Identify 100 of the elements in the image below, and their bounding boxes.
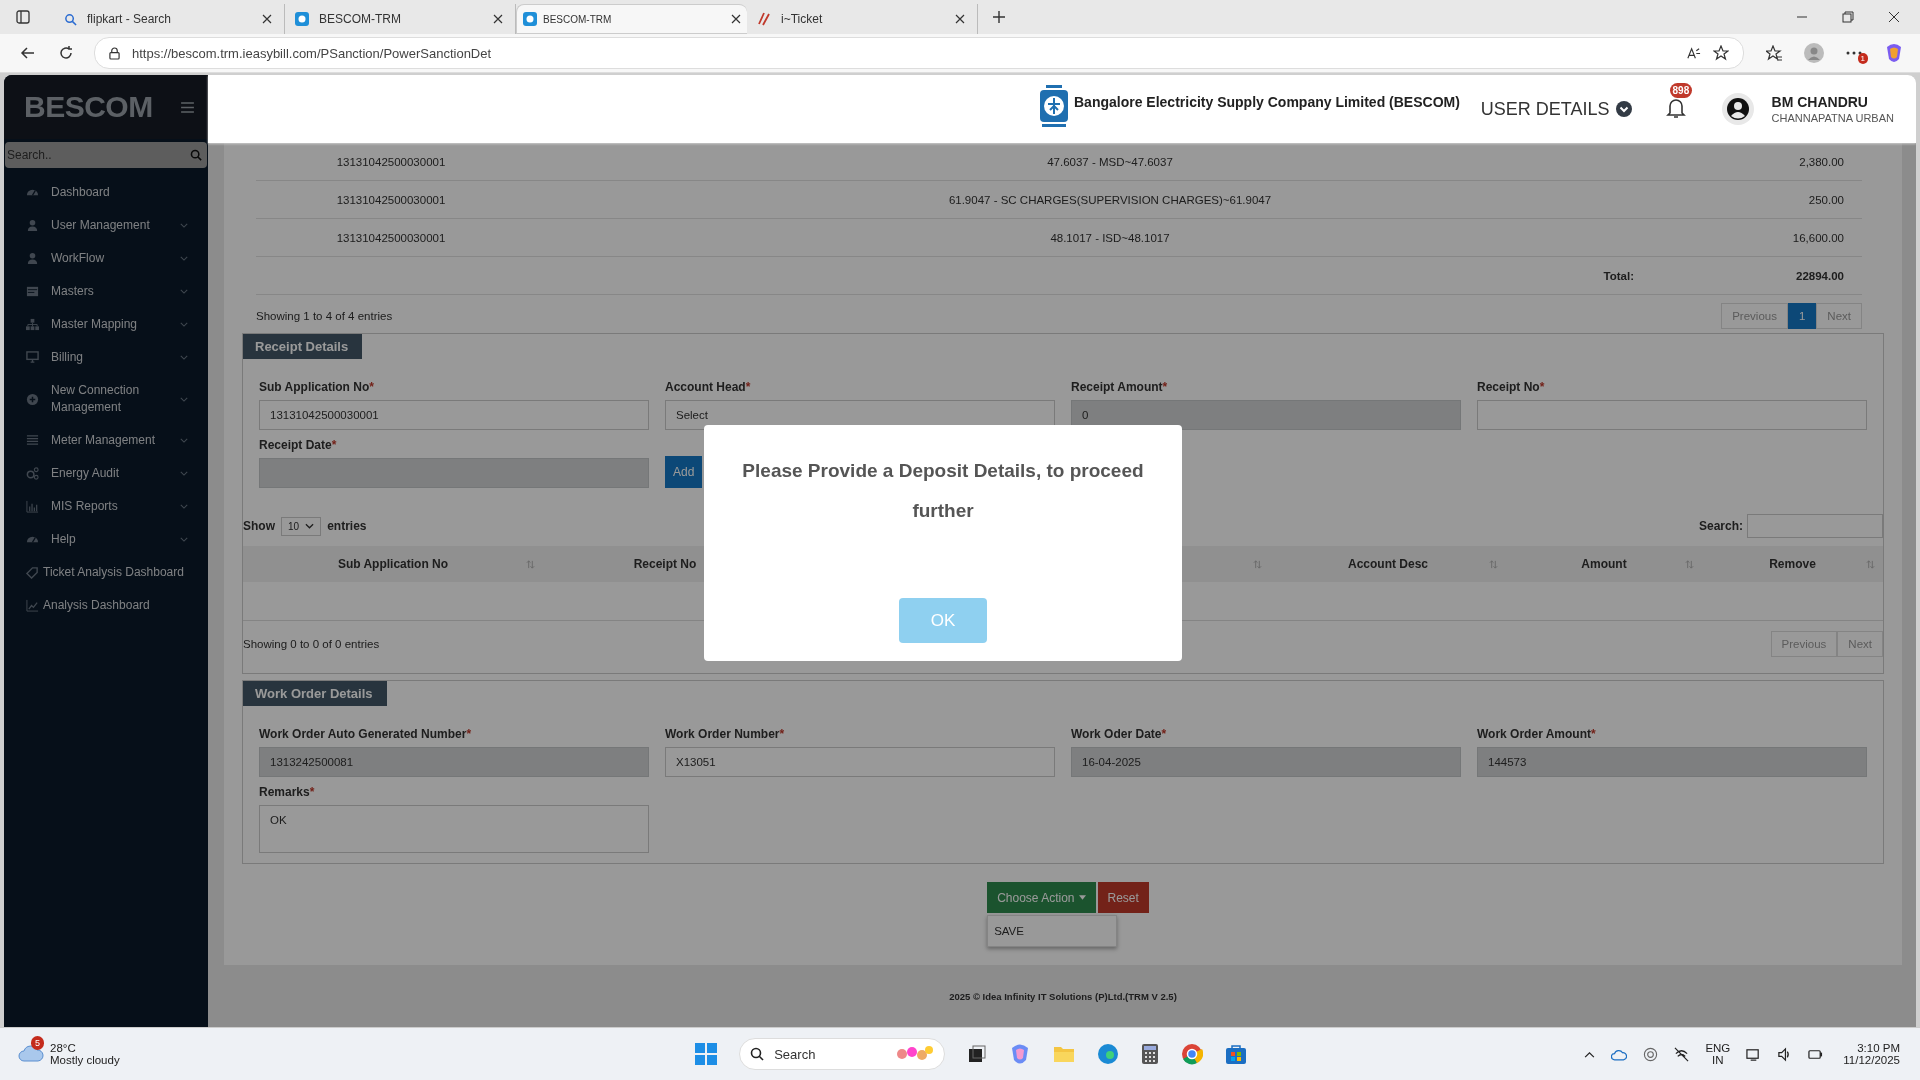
lock-icon bbox=[109, 46, 120, 60]
table-cell-text: 2,380.00 bbox=[1798, 155, 1845, 168]
sidebar-item[interactable]: Master Mapping bbox=[4, 308, 208, 341]
target-icon[interactable] bbox=[1643, 1046, 1659, 1062]
page-size-select[interactable]: 10 bbox=[281, 516, 322, 536]
notification-badge: 898 bbox=[1669, 82, 1693, 98]
task-view-icon[interactable] bbox=[967, 1044, 988, 1064]
input-field[interactable]: X13051 bbox=[665, 747, 1055, 777]
address-field[interactable]: https://bescom.trm.ieasybill.com/PSanction/PowerSanctionDet bbox=[94, 37, 1744, 69]
bell-icon[interactable] bbox=[1665, 96, 1686, 119]
chevron-icon bbox=[180, 256, 188, 261]
input-field[interactable]: 13131042500030001 bbox=[259, 400, 649, 430]
user-icon bbox=[26, 252, 39, 265]
profile-icon[interactable] bbox=[1804, 43, 1824, 63]
chrome-icon[interactable] bbox=[1181, 1043, 1204, 1065]
chevron-icon bbox=[180, 537, 188, 542]
notification-badge: 1 bbox=[1857, 53, 1868, 64]
sidebar-item[interactable]: Ticket Analysis Dashboard bbox=[4, 556, 208, 589]
field-label: Work Order Auto Generated Number* bbox=[259, 727, 473, 741]
search-icon bbox=[750, 1047, 765, 1061]
site-icon bbox=[295, 12, 309, 26]
browser-icon[interactable] bbox=[1097, 1043, 1120, 1065]
restore-icon[interactable] bbox=[1842, 11, 1854, 23]
ticket-icon bbox=[757, 12, 771, 26]
language-indicator[interactable]: ENG IN bbox=[1705, 1042, 1731, 1066]
sidebar-item[interactable]: New Connection Management bbox=[4, 374, 208, 424]
pagination-button[interactable]: 1 bbox=[1787, 303, 1817, 329]
table-cell-text: 13131042500030001 bbox=[335, 231, 447, 244]
more-icon[interactable] bbox=[1846, 51, 1862, 55]
browser-tab[interactable]: BESCOM-TRM bbox=[516, 4, 747, 34]
menu-icon[interactable] bbox=[181, 101, 194, 113]
tab-actions-icon[interactable] bbox=[16, 10, 30, 24]
tab-title: BESCOM-TRM bbox=[319, 12, 402, 26]
field-label: Work Oder Date* bbox=[1071, 727, 1168, 741]
sidebar-item[interactable]: User Management bbox=[4, 209, 208, 242]
start-icon[interactable] bbox=[695, 1043, 718, 1065]
sidebar-item[interactable]: Masters bbox=[4, 275, 208, 308]
weather-condition: Mostly cloudy bbox=[50, 1054, 120, 1066]
remarks-field[interactable]: OK bbox=[259, 805, 649, 853]
search-icon[interactable] bbox=[190, 149, 202, 161]
chevron-icon bbox=[180, 223, 188, 228]
line-chart-icon bbox=[26, 599, 39, 612]
chevron-icon bbox=[180, 438, 188, 443]
sidebar-item[interactable]: Billing bbox=[4, 341, 208, 374]
entries-info: Showing 0 to 0 of 0 entries bbox=[243, 638, 380, 650]
sidebar-item[interactable]: Analysis Dashboard bbox=[4, 589, 208, 622]
url-text: https://bescom.trm.ieasybill.com/PSanction/PowerSanctionDet bbox=[132, 45, 492, 61]
column-header[interactable]: Receipt No bbox=[633, 557, 697, 571]
star-icon[interactable] bbox=[1713, 45, 1729, 61]
field-label: Receipt Amount* bbox=[1071, 380, 1169, 394]
display-icon[interactable] bbox=[1746, 1046, 1762, 1062]
user-name: BM CHANDRU bbox=[1771, 94, 1869, 110]
add-button[interactable]: Add bbox=[665, 456, 703, 488]
close-icon[interactable] bbox=[493, 14, 503, 24]
sidebar-item[interactable]: MIS Reports bbox=[4, 490, 208, 523]
clock[interactable]: 3:10 PM 11/12/2025 bbox=[1843, 1042, 1900, 1066]
search-icon bbox=[64, 12, 77, 26]
sidebar-item[interactable]: Dashboard bbox=[4, 176, 208, 209]
choose-action-button[interactable]: Choose Action bbox=[987, 882, 1096, 913]
sitemap-icon bbox=[26, 318, 39, 331]
chevron-icon bbox=[180, 504, 188, 509]
column-header[interactable]: Remove bbox=[1769, 557, 1816, 571]
reset-button[interactable]: Reset bbox=[1097, 882, 1149, 913]
calculator-icon[interactable] bbox=[1141, 1043, 1160, 1065]
close-icon[interactable] bbox=[731, 14, 741, 24]
close-icon[interactable] bbox=[955, 14, 965, 24]
chevron-icon bbox=[180, 471, 188, 476]
show-label: Show bbox=[243, 519, 275, 533]
column-header[interactable]: Amount bbox=[1581, 557, 1627, 571]
cloud-icon[interactable] bbox=[1611, 1047, 1628, 1061]
favorites-icon[interactable] bbox=[1766, 45, 1782, 61]
avatar-icon[interactable] bbox=[1721, 93, 1754, 125]
field-label: Sub Application No* bbox=[259, 380, 375, 394]
back-icon[interactable] bbox=[20, 45, 36, 61]
company-logo bbox=[1038, 84, 1070, 128]
read-aloud-icon[interactable] bbox=[1686, 45, 1701, 61]
sidebar-item[interactable]: Meter Management bbox=[4, 424, 208, 457]
close-icon[interactable] bbox=[262, 14, 272, 24]
tab-title: flipkart - Search bbox=[87, 12, 173, 26]
taskbar-search-field[interactable]: Search bbox=[739, 1038, 946, 1070]
chevron-up-icon[interactable] bbox=[1584, 1050, 1596, 1058]
column-header[interactable]: Sub Application No bbox=[337, 557, 449, 571]
entries-label: entries bbox=[327, 519, 367, 533]
new-tab-icon[interactable] bbox=[992, 10, 1006, 24]
search-field[interactable] bbox=[1747, 514, 1883, 538]
input-field[interactable] bbox=[1477, 400, 1867, 430]
network-off-icon[interactable] bbox=[1674, 1046, 1690, 1062]
card-icon bbox=[26, 285, 39, 298]
user-details-button[interactable]: USER DETAILS bbox=[1480, 98, 1632, 120]
close-icon[interactable] bbox=[1888, 11, 1900, 23]
menu-item[interactable]: SAVE bbox=[988, 916, 1117, 946]
chevron-icon bbox=[180, 396, 188, 402]
sidebar-item[interactable]: Help bbox=[4, 523, 208, 556]
sidebar-item[interactable]: WorkFlow bbox=[4, 242, 208, 275]
search-field[interactable]: Search.. bbox=[5, 142, 207, 168]
sidebar-item[interactable]: Energy Audit bbox=[4, 457, 208, 490]
chevron-icon bbox=[180, 355, 188, 360]
store-icon[interactable] bbox=[1225, 1043, 1248, 1065]
refresh-icon[interactable] bbox=[58, 45, 74, 61]
column-header[interactable]: Account Desc bbox=[1348, 557, 1428, 571]
